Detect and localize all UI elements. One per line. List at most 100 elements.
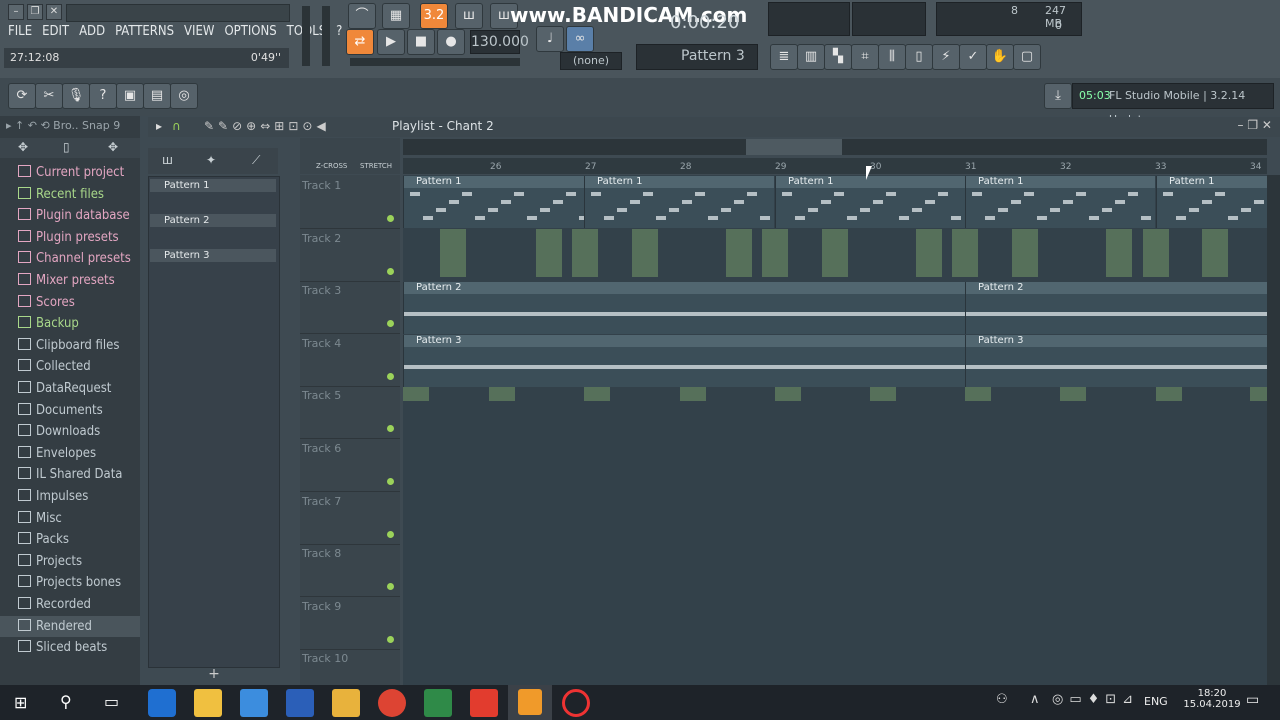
typing-keyboard-icon[interactable]: ▦: [382, 3, 410, 29]
picker-item[interactable]: Pattern 2: [150, 214, 276, 227]
stop-icon[interactable]: ■: [407, 29, 435, 55]
scroll-thumb[interactable]: [746, 139, 842, 155]
audio-clip[interactable]: [572, 229, 598, 277]
browser-item[interactable]: Plugin presets: [0, 227, 140, 248]
close-icon[interactable]: ✕: [46, 4, 62, 20]
browser-item[interactable]: Projects bones: [0, 572, 140, 593]
help-icon[interactable]: ?: [89, 83, 117, 109]
song-position-slider[interactable]: [350, 58, 520, 66]
horizontal-scrollbar[interactable]: [403, 139, 1267, 155]
browser-item[interactable]: Clipboard files: [0, 335, 140, 356]
browser-icon[interactable]: ⌗: [851, 44, 879, 70]
track-header[interactable]: Track 5: [300, 386, 400, 440]
play-icon[interactable]: ▶: [377, 29, 405, 55]
pattern-clip[interactable]: Pattern 1: [775, 176, 965, 228]
save-icon[interactable]: ▣: [116, 83, 144, 109]
playlist-menu-icon[interactable]: ▸: [156, 119, 162, 133]
browser-item[interactable]: IL Shared Data: [0, 464, 140, 485]
tempo-icon[interactable]: ✓: [959, 44, 987, 70]
zcross-toggle[interactable]: Z-CROSS: [316, 162, 347, 170]
task-view-icon[interactable]: ▭: [104, 692, 119, 711]
stretch-toggle[interactable]: STRETCH: [360, 162, 392, 170]
audio-clip[interactable]: [632, 229, 658, 277]
browser-tab-files-icon[interactable]: ▯: [63, 140, 70, 154]
pattern-mode-icon[interactable]: ⌒: [348, 3, 376, 29]
song-mode-icon[interactable]: ⇄: [346, 29, 374, 55]
browser-item[interactable]: Envelopes: [0, 443, 140, 464]
audio-clip[interactable]: [1156, 387, 1182, 401]
track-enable-icon[interactable]: [387, 320, 394, 328]
tray-icons[interactable]: ◎▭♦⊡⊿: [1052, 692, 1139, 707]
browser-item[interactable]: Plugin database: [0, 205, 140, 226]
menu-options[interactable]: OPTIONS: [224, 24, 276, 42]
scissors-icon[interactable]: ✂: [35, 83, 63, 109]
word-icon[interactable]: [286, 689, 314, 717]
audio-clip[interactable]: [870, 387, 896, 401]
pattern-clip[interactable]: Pattern 1: [403, 176, 589, 228]
audio-clip[interactable]: [1143, 229, 1169, 277]
add-pattern-icon[interactable]: +: [150, 666, 278, 684]
picker-patterns-icon[interactable]: ш: [162, 153, 173, 167]
track-header[interactable]: Track 7: [300, 492, 400, 545]
browser-item[interactable]: Impulses: [0, 486, 140, 507]
step-sequencer-icon[interactable]: ▥: [797, 44, 825, 70]
audio-clip[interactable]: [536, 229, 562, 277]
audio-clip[interactable]: [440, 229, 466, 277]
bandicam-icon[interactable]: [562, 689, 590, 717]
edge-icon[interactable]: [148, 689, 176, 717]
track-enable-icon[interactable]: [387, 635, 394, 643]
track-enable-icon[interactable]: [387, 530, 394, 538]
picker-item[interactable]: Pattern 1: [150, 179, 276, 192]
track-header[interactable]: Track 6: [300, 439, 400, 492]
audio-clip[interactable]: [762, 229, 788, 277]
menu-file[interactable]: FILE: [8, 24, 32, 42]
audio-clip[interactable]: [916, 229, 942, 277]
restore-icon[interactable]: ❐: [27, 4, 43, 20]
track-enable-icon[interactable]: [387, 425, 394, 433]
track-enable-icon[interactable]: [387, 583, 394, 591]
refresh-icon[interactable]: ⟳: [8, 83, 36, 109]
touch-icon[interactable]: ✋: [986, 44, 1014, 70]
step-edit-icon[interactable]: ш: [455, 3, 483, 29]
menu-add[interactable]: ADD: [79, 24, 105, 42]
view-icon[interactable]: ▢: [1013, 44, 1041, 70]
browser-item[interactable]: Misc: [0, 508, 140, 529]
tempo-display[interactable]: 130.000: [470, 30, 529, 54]
master-pitch-slider[interactable]: [322, 6, 330, 66]
chrome-icon[interactable]: [378, 689, 406, 717]
playlist-icon[interactable]: ≣: [770, 44, 798, 70]
pattern-selector[interactable]: Pattern 3: [636, 44, 758, 70]
countdown-icon[interactable]: 3.2: [420, 3, 448, 29]
menu-view[interactable]: VIEW: [184, 24, 214, 42]
pattern-clip[interactable]: Pattern 3: [403, 335, 965, 387]
chat-icon[interactable]: ◎: [170, 83, 198, 109]
fl-studio-taskbar-item[interactable]: [508, 685, 552, 720]
store-icon[interactable]: [240, 689, 268, 717]
browser-item[interactable]: Backup: [0, 313, 140, 334]
mic-icon[interactable]: 🎙: [62, 83, 90, 109]
track-header[interactable]: Track 4: [300, 334, 400, 387]
metronome-icon[interactable]: ♩: [536, 26, 564, 52]
tray-chevron-icon[interactable]: ∧: [1030, 692, 1040, 707]
playlist-close-icon[interactable]: – ❐ ✕: [1238, 118, 1272, 132]
picker-automation-icon[interactable]: ⟋: [252, 153, 260, 168]
vertical-scrollbar[interactable]: [1267, 175, 1280, 685]
magnet-icon[interactable]: ∩: [172, 119, 181, 133]
browser-item[interactable]: Current project: [0, 162, 140, 183]
browser-item[interactable]: Recorded: [0, 594, 140, 615]
channel-rack-icon[interactable]: ▯: [905, 44, 933, 70]
track-header[interactable]: Track 3: [300, 281, 400, 335]
menu-edit[interactable]: EDIT: [42, 24, 69, 42]
track-header[interactable]: Track 8: [300, 544, 400, 598]
track-header[interactable]: Track 1: [300, 176, 400, 229]
browser-item[interactable]: Mixer presets: [0, 270, 140, 291]
pattern-clip[interactable]: Pattern 1: [584, 176, 774, 228]
audio-clip[interactable]: [1012, 229, 1038, 277]
record-icon[interactable]: ●: [437, 29, 465, 55]
track-enable-icon[interactable]: [387, 267, 394, 275]
search-icon[interactable]: ⚲: [60, 692, 72, 711]
track-header[interactable]: Track 2: [300, 229, 400, 282]
picker-audio-icon[interactable]: ✦: [206, 153, 216, 167]
clock[interactable]: 18:20 15.04.2019: [1180, 688, 1244, 710]
audio-clip[interactable]: [775, 387, 801, 401]
